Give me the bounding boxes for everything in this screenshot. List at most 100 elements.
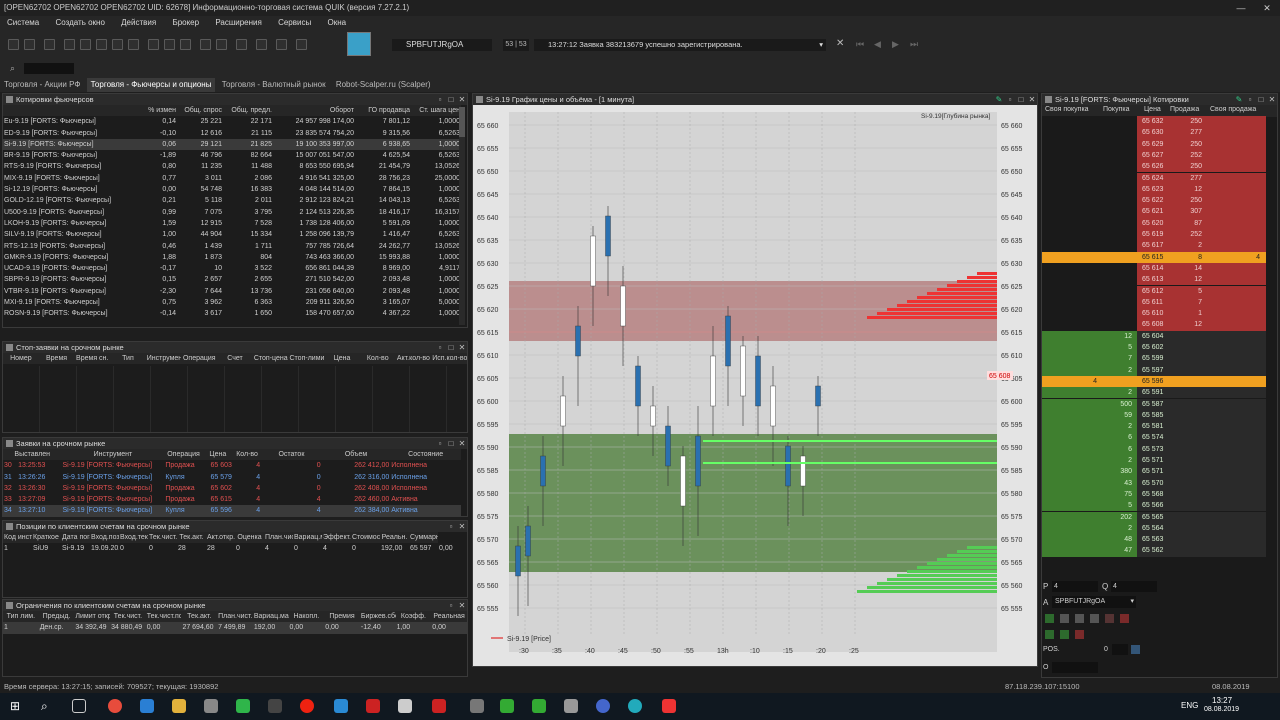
col-header[interactable]: Оценка	[235, 532, 264, 544]
ask-row[interactable]: 65 612 5	[1042, 285, 1266, 297]
table-row[interactable]: BR-9.19 [FORTS: Фьючерсы] -1,89 46 796 82 6…	[3, 150, 461, 161]
col-header[interactable]: Номер	[3, 353, 39, 365]
own-bid-row[interactable]: 4 65 596	[1042, 375, 1266, 388]
table-row[interactable]: 34 13:27:10 Si-9.19 [FORTS: Фьючерсы] Купля…	[3, 505, 461, 517]
col-header[interactable]: Тек.акт.	[177, 532, 206, 544]
col-header[interactable]: Код инст.	[3, 532, 32, 544]
col-header[interactable]: Состояние	[390, 449, 461, 461]
minimize-icon[interactable]: ▫	[1005, 94, 1015, 105]
tool-icon[interactable]	[96, 39, 107, 50]
table-row[interactable]: MXI-9.19 [FORTS: Фьючерсы] 0,75 3 962 6 363…	[3, 297, 461, 308]
close-icon[interactable]: ✕	[457, 438, 467, 449]
settings-icon[interactable]: ✎	[994, 94, 1004, 105]
settings-icon[interactable]: ✎	[1234, 94, 1244, 105]
nav-last-icon[interactable]: ⏭	[910, 39, 921, 50]
o-input[interactable]	[1052, 662, 1098, 673]
tool-icon[interactable]	[200, 39, 211, 50]
col-header[interactable]: ГО продавца	[355, 105, 411, 117]
col-header[interactable]: Оборот	[273, 105, 355, 117]
edge-icon[interactable]	[140, 699, 154, 713]
tool-icon[interactable]	[1045, 630, 1054, 639]
ask-row[interactable]: 65 630 277	[1042, 127, 1266, 139]
maximize-icon[interactable]: □	[446, 342, 456, 353]
table-row[interactable]: 1SiU9Si-9.1919.09.201900282804040192,006…	[3, 543, 467, 554]
col-header[interactable]: Предыд.	[38, 611, 75, 623]
table-row[interactable]: LKOH-9.19 [FORTS: Фьючерсы] 1,59 12 915 7 5…	[3, 218, 461, 229]
table-row[interactable]: VTBR-9.19 [FORTS: Фьючерсы] -2,30 7 644 13 …	[3, 286, 461, 297]
col-header[interactable]: Коэфф.	[395, 611, 432, 623]
app-icon[interactable]	[662, 699, 676, 713]
chevron-down-icon[interactable]: ▾	[1130, 596, 1134, 608]
calculator-icon[interactable]	[398, 699, 412, 713]
ask-row[interactable]: 65 622 250	[1042, 195, 1266, 207]
bid-row[interactable]: 6 65 574	[1042, 432, 1266, 444]
ask-row[interactable]: 65 608 12	[1042, 319, 1266, 331]
maximize-icon[interactable]: □	[446, 438, 456, 449]
table-row[interactable]: ED-9.19 [FORTS: Фьючерсы] -0,10 12 616 21 1…	[3, 128, 461, 139]
clock-date[interactable]: 08.08.2019	[1204, 706, 1239, 713]
ask-row[interactable]: 65 610 1	[1042, 308, 1266, 320]
table-row[interactable]: 31 13:26:26 Si-9.19 [FORTS: Фьючерсы] Купля…	[3, 472, 461, 483]
table-row[interactable]: RTS-9.19 [FORTS: Фьючерсы] 0,80 11 235 11 4…	[3, 161, 461, 172]
tool-icon[interactable]	[1105, 614, 1114, 623]
minimize-icon[interactable]: ▫	[435, 94, 445, 105]
close-icon[interactable]: ✕	[836, 38, 844, 49]
bid-row[interactable]: 2 65 581	[1042, 421, 1266, 433]
minimize-icon[interactable]: ▫	[435, 342, 445, 353]
app-icon[interactable]	[470, 699, 484, 713]
task-view-icon[interactable]	[72, 699, 86, 713]
tool-icon[interactable]	[180, 39, 191, 50]
col-header[interactable]: План.чист.	[264, 532, 293, 544]
bid-row[interactable]: 500 65 587	[1042, 398, 1266, 410]
table-row[interactable]: SILV-9.19 [FORTS: Фьючерсы] 1,00 44 904 15 …	[3, 229, 461, 240]
explorer-icon[interactable]	[172, 699, 186, 713]
nav-first-icon[interactable]: ⏮	[856, 39, 867, 50]
tool-icon[interactable]	[296, 39, 307, 50]
price-input[interactable]: 4	[1052, 581, 1098, 592]
bid-row[interactable]: 59 65 585	[1042, 409, 1266, 422]
col-header[interactable]: Цена	[202, 449, 233, 461]
ask-row[interactable]: 65 632 250	[1042, 116, 1266, 128]
col-header[interactable]: Реальн.	[380, 532, 409, 544]
col-header[interactable]: Акт.кол-во	[395, 353, 432, 365]
bid-row[interactable]: 5 65 602	[1042, 342, 1266, 354]
close-icon[interactable]: ✕	[457, 342, 467, 353]
buy-icon[interactable]	[1045, 614, 1054, 623]
table-row[interactable]: UCAD-9.19 [FORTS: Фьючерсы] -0,17 10 3 522 6…	[3, 263, 461, 274]
search-icon[interactable]: ⌕	[41, 699, 55, 713]
col-header[interactable]: Цена	[324, 353, 360, 365]
tab-currency[interactable]: Торговля - Валютный рынок	[218, 78, 330, 92]
menu-create-window[interactable]: Создать окно	[48, 16, 111, 30]
language-indicator[interactable]: ENG	[1181, 701, 1198, 710]
col-header[interactable]	[3, 105, 141, 117]
tool-icon[interactable]	[8, 39, 19, 50]
col-header[interactable]: Объем	[321, 449, 391, 461]
tab-futures[interactable]: Торговля - Фьючерсы и опционы	[86, 78, 216, 92]
col-header[interactable]: Операция	[181, 353, 218, 365]
app-icon[interactable]	[596, 699, 610, 713]
bid-row[interactable]: 7 65 599	[1042, 353, 1266, 365]
col-header[interactable]: Тек.чист.поз.	[145, 611, 182, 623]
tool-icon[interactable]	[1131, 645, 1140, 654]
bid-row[interactable]: 2 65 597	[1042, 364, 1266, 376]
table-row[interactable]: Si-12.19 [FORTS: Фьючерсы] 0,00 54 748 16 3…	[3, 184, 461, 195]
ask-row[interactable]: 65 623 12	[1042, 183, 1266, 196]
col-header[interactable]: Счет	[217, 353, 253, 365]
own-ask-row[interactable]: 65 615 8 4	[1042, 251, 1266, 263]
col-header[interactable]: Накопл.	[288, 611, 325, 623]
col-header[interactable]: Дата погаш.	[61, 532, 90, 544]
nav-prev-icon[interactable]: ◀	[874, 39, 885, 50]
ask-row[interactable]: 65 624 277	[1042, 172, 1266, 184]
bid-row[interactable]: 5 65 566	[1042, 500, 1266, 512]
ask-row[interactable]: 65 629 250	[1042, 138, 1266, 150]
app-icon[interactable]	[564, 699, 578, 713]
col-header[interactable]: Общ. предл.	[223, 105, 273, 117]
col-header[interactable]: Стоп-цена	[252, 353, 289, 365]
tool-icon[interactable]	[216, 39, 227, 50]
col-header[interactable]: Ст. шага цен	[411, 105, 461, 117]
col-header[interactable]: Кол-во	[232, 449, 262, 461]
tool-icon[interactable]	[128, 39, 139, 50]
clock-time[interactable]: 13:27	[1212, 696, 1232, 705]
opera-icon[interactable]	[300, 699, 314, 713]
tool-icon[interactable]	[24, 39, 35, 50]
